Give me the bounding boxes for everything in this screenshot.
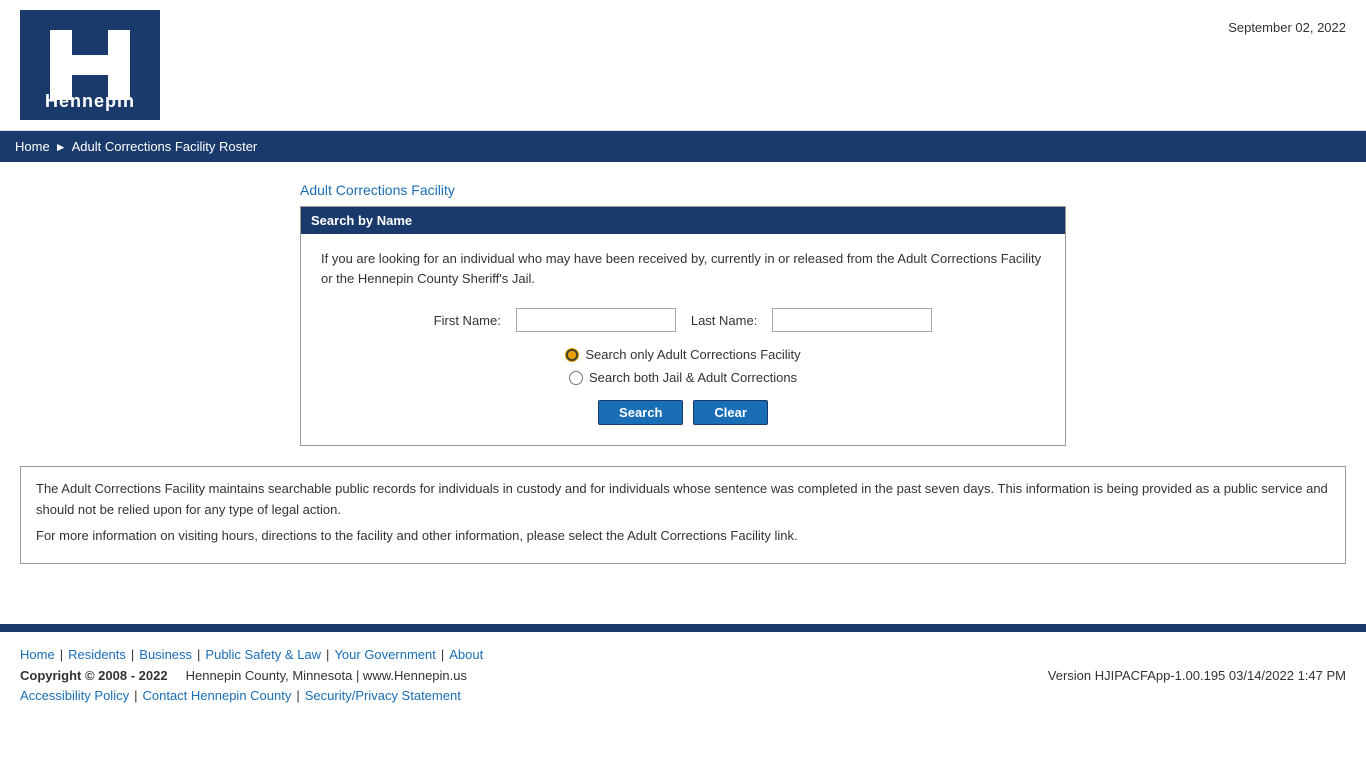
radio-both[interactable] bbox=[569, 371, 583, 385]
first-name-input[interactable] bbox=[516, 308, 676, 332]
footer-bottom-links: Accessibility Policy | Contact Hennepin … bbox=[20, 688, 1346, 703]
radio-group: Search only Adult Corrections Facility S… bbox=[321, 347, 1045, 385]
footer-divider bbox=[0, 624, 1366, 632]
logo: Hennepin bbox=[20, 10, 160, 120]
breadcrumb-current: Adult Corrections Facility Roster bbox=[72, 139, 258, 154]
breadcrumb-separator: ► bbox=[55, 140, 67, 154]
accessibility-link[interactable]: Accessibility Policy bbox=[20, 688, 129, 703]
radio-item-2: Search both Jail & Adult Corrections bbox=[569, 370, 797, 385]
sep6: | bbox=[134, 688, 137, 703]
search-panel: Search by Name If you are looking for an… bbox=[300, 206, 1066, 446]
last-name-input[interactable] bbox=[772, 308, 932, 332]
radio-acf-only[interactable] bbox=[565, 348, 579, 362]
sep3: | bbox=[197, 647, 200, 662]
sep4: | bbox=[326, 647, 329, 662]
security-link[interactable]: Security/Privacy Statement bbox=[305, 688, 461, 703]
search-description: If you are looking for an individual who… bbox=[321, 249, 1045, 288]
sep5: | bbox=[441, 647, 444, 662]
sep7: | bbox=[296, 688, 299, 703]
logo-text: Hennepin bbox=[20, 91, 160, 112]
last-name-label: Last Name: bbox=[691, 313, 757, 328]
footer-version: Version HJIPACFApp-1.00.195 03/14/2022 1… bbox=[1048, 668, 1346, 683]
radio1-label: Search only Adult Corrections Facility bbox=[585, 347, 800, 362]
radio-item-1: Search only Adult Corrections Facility bbox=[565, 347, 800, 362]
search-panel-body: If you are looking for an individual who… bbox=[301, 234, 1065, 445]
logo-container: Hennepin bbox=[20, 10, 160, 120]
clear-button[interactable]: Clear bbox=[693, 400, 768, 425]
name-fields: First Name: Last Name: bbox=[321, 308, 1045, 332]
footer: Home | Residents | Business | Public Saf… bbox=[0, 632, 1366, 718]
footer-home-link[interactable]: Home bbox=[20, 647, 55, 662]
footer-government-link[interactable]: Your Government bbox=[334, 647, 435, 662]
search-panel-header: Search by Name bbox=[301, 207, 1065, 234]
breadcrumb: Home ► Adult Corrections Facility Roster bbox=[0, 131, 1366, 162]
button-row: Search Clear bbox=[321, 400, 1045, 425]
date-display: September 02, 2022 bbox=[1228, 10, 1346, 35]
footer-residents-link[interactable]: Residents bbox=[68, 647, 126, 662]
footer-about-link[interactable]: About bbox=[449, 647, 483, 662]
info-box: The Adult Corrections Facility maintains… bbox=[20, 466, 1346, 564]
footer-org: Hennepin County, Minnesota | www.Hennepi… bbox=[186, 668, 467, 683]
info-line1: The Adult Corrections Facility maintains… bbox=[36, 479, 1330, 521]
info-line2: For more information on visiting hours, … bbox=[36, 526, 1330, 547]
first-name-label: First Name: bbox=[434, 313, 501, 328]
footer-business-link[interactable]: Business bbox=[139, 647, 192, 662]
contact-link[interactable]: Contact Hennepin County bbox=[142, 688, 291, 703]
radio2-label: Search both Jail & Adult Corrections bbox=[589, 370, 797, 385]
facility-title: Adult Corrections Facility bbox=[300, 182, 1346, 198]
footer-links: Home | Residents | Business | Public Saf… bbox=[20, 647, 1346, 662]
sep1: | bbox=[60, 647, 63, 662]
footer-publicsafety-link[interactable]: Public Safety & Law bbox=[205, 647, 321, 662]
sep2: | bbox=[131, 647, 134, 662]
logo-h bbox=[50, 30, 130, 100]
search-button[interactable]: Search bbox=[598, 400, 683, 425]
copyright-text: Copyright © 2008 - 2022 bbox=[20, 668, 168, 683]
breadcrumb-home-link[interactable]: Home bbox=[15, 139, 50, 154]
main-content: Adult Corrections Facility Search by Nam… bbox=[0, 162, 1366, 604]
page-header: Hennepin September 02, 2022 bbox=[0, 0, 1366, 131]
